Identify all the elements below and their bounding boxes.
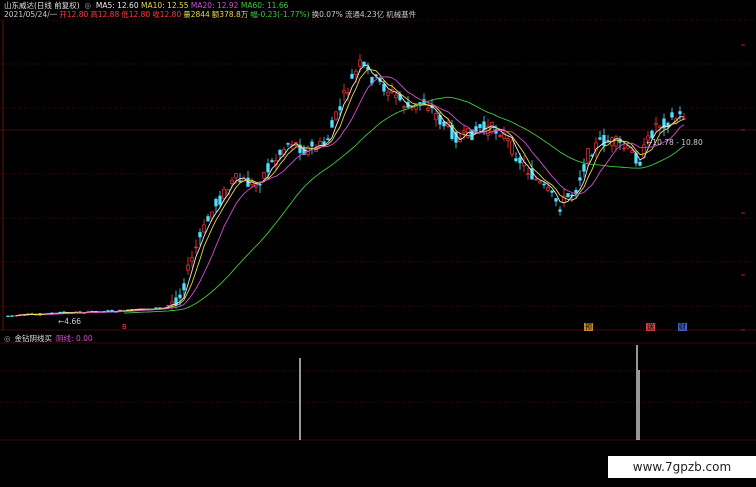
- candle[interactable]: [166, 304, 170, 307]
- candle[interactable]: [334, 111, 338, 120]
- candle[interactable]: [230, 179, 234, 184]
- candle[interactable]: [258, 183, 262, 186]
- candle[interactable]: [558, 209, 562, 212]
- candle[interactable]: [426, 107, 430, 111]
- candle[interactable]: [606, 140, 610, 142]
- candle[interactable]: [330, 120, 334, 128]
- candle[interactable]: [510, 140, 514, 155]
- candle[interactable]: [222, 188, 226, 199]
- candle[interactable]: [578, 177, 582, 181]
- candle[interactable]: [434, 113, 438, 121]
- axis-ticks: [741, 44, 745, 331]
- candle[interactable]: [266, 163, 270, 173]
- candle[interactable]: [586, 148, 590, 163]
- candle[interactable]: [654, 123, 658, 126]
- candle[interactable]: [262, 172, 266, 179]
- candle[interactable]: [218, 195, 222, 205]
- candle[interactable]: [534, 178, 538, 181]
- candle[interactable]: [234, 173, 238, 179]
- candle[interactable]: [550, 190, 554, 193]
- candle[interactable]: [310, 141, 314, 147]
- candle[interactable]: [342, 90, 346, 94]
- candle[interactable]: [498, 135, 502, 137]
- candle[interactable]: [462, 130, 466, 133]
- candle[interactable]: [238, 180, 242, 183]
- candle[interactable]: [326, 138, 330, 141]
- indicator-settings-icon[interactable]: ◎: [4, 334, 11, 343]
- candle[interactable]: [354, 70, 358, 76]
- candle[interactable]: [202, 224, 206, 233]
- candle[interactable]: [526, 173, 530, 176]
- range-price-label: ←10.78 - 10.80: [646, 138, 703, 147]
- indicator-title[interactable]: 金钻阴线买: [15, 334, 53, 343]
- indicator-value: 阴线: 0.00: [56, 334, 93, 343]
- candle[interactable]: [614, 136, 618, 147]
- low-price-label: ←4.66: [58, 317, 81, 326]
- candle[interactable]: [186, 264, 190, 271]
- candle[interactable]: [638, 161, 642, 166]
- price-grid: [0, 19, 756, 441]
- candle[interactable]: [194, 246, 198, 249]
- event-marker-forecast[interactable]: 预: [584, 323, 593, 331]
- candle[interactable]: [402, 106, 406, 109]
- ma60-line: [123, 96, 685, 314]
- candle[interactable]: [6, 315, 10, 318]
- candle[interactable]: [10, 315, 14, 317]
- candle[interactable]: [470, 129, 474, 141]
- candle[interactable]: [546, 187, 550, 192]
- candle[interactable]: [554, 198, 558, 202]
- watermark: www.7gpzb.com: [608, 456, 756, 478]
- candle[interactable]: [482, 121, 486, 130]
- candle[interactable]: [478, 124, 482, 128]
- candlestick-series[interactable]: [6, 54, 686, 318]
- event-marker-b[interactable]: B: [121, 323, 128, 331]
- candle[interactable]: [622, 147, 626, 150]
- candle[interactable]: [270, 160, 274, 163]
- ma20-line: [43, 76, 685, 316]
- candle[interactable]: [542, 183, 546, 186]
- candle[interactable]: [658, 125, 662, 128]
- candle[interactable]: [110, 309, 114, 312]
- candle[interactable]: [518, 157, 522, 164]
- candle[interactable]: [346, 92, 350, 95]
- candle[interactable]: [386, 91, 390, 96]
- candle[interactable]: [182, 283, 186, 291]
- event-marker-dividend[interactable]: 送: [646, 323, 655, 331]
- candle[interactable]: [214, 198, 218, 207]
- candle[interactable]: [678, 111, 682, 115]
- candle[interactable]: [278, 149, 282, 155]
- candle[interactable]: [450, 124, 454, 140]
- event-marker-finance[interactable]: 财: [678, 323, 687, 331]
- candle[interactable]: [178, 294, 182, 299]
- candle[interactable]: [206, 216, 210, 222]
- candle[interactable]: [170, 301, 174, 305]
- candle[interactable]: [650, 130, 654, 139]
- candle[interactable]: [582, 164, 586, 172]
- candle[interactable]: [358, 59, 362, 67]
- candle[interactable]: [506, 138, 510, 141]
- candle[interactable]: [538, 181, 542, 184]
- candle[interactable]: [670, 112, 674, 118]
- candle[interactable]: [602, 134, 606, 146]
- moving-average-lines: [15, 64, 685, 317]
- candle[interactable]: [474, 126, 478, 132]
- indicator-header: ◎ 金钻阴线买 阴线: 0.00: [4, 334, 93, 343]
- kline-chart[interactable]: [0, 0, 756, 487]
- candle[interactable]: [574, 189, 578, 193]
- candle[interactable]: [350, 73, 354, 79]
- indicator-spikes: [299, 345, 640, 440]
- candle[interactable]: [514, 158, 518, 162]
- candle[interactable]: [190, 257, 194, 262]
- candle[interactable]: [198, 232, 202, 238]
- candle[interactable]: [630, 150, 634, 153]
- candle[interactable]: [442, 121, 446, 127]
- candle[interactable]: [382, 83, 386, 92]
- candle[interactable]: [286, 143, 290, 145]
- candle[interactable]: [598, 137, 602, 140]
- candle[interactable]: [566, 193, 570, 198]
- candle[interactable]: [338, 106, 342, 111]
- candle[interactable]: [394, 94, 398, 98]
